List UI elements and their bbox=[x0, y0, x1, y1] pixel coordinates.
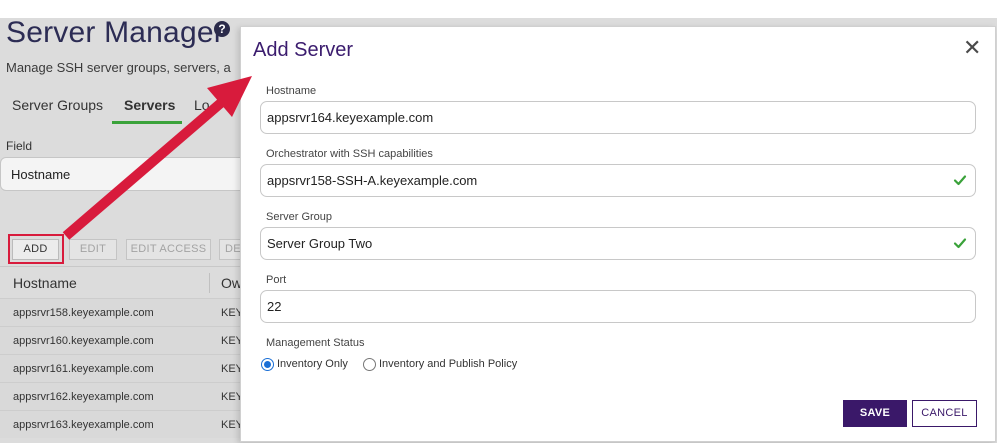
edit-button[interactable]: EDIT bbox=[69, 239, 117, 260]
edit-access-button[interactable]: EDIT ACCESS bbox=[126, 239, 211, 260]
hostname-input[interactable]: appsrvr164.keyexample.com bbox=[260, 101, 976, 134]
help-icon[interactable]: ? bbox=[214, 21, 230, 37]
server-group-value: Server Group Two bbox=[267, 236, 373, 251]
table-row[interactable]: appsrvr163.keyexample.com KEY bbox=[0, 410, 260, 438]
hostname-label: Hostname bbox=[266, 85, 317, 97]
port-input[interactable]: 22 bbox=[260, 290, 976, 323]
port-label: Port bbox=[266, 274, 287, 286]
orchestrator-select[interactable]: appsrvr158-SSH-A.keyexample.com bbox=[260, 164, 976, 197]
cell-hostname: appsrvr158.keyexample.com bbox=[13, 307, 154, 319]
server-group-select[interactable]: Server Group Two bbox=[260, 227, 976, 260]
check-icon bbox=[953, 238, 967, 249]
server-group-label: Server Group bbox=[266, 211, 333, 223]
tab-logs[interactable]: Lo bbox=[194, 90, 234, 124]
close-icon[interactable]: ✕ bbox=[963, 37, 981, 59]
table-row[interactable]: appsrvr162.keyexample.com KEY bbox=[0, 382, 260, 410]
table-row[interactable]: appsrvr160.keyexample.com KEY bbox=[0, 326, 260, 354]
radio-inventory-publish-label[interactable]: Inventory and Publish Policy bbox=[379, 358, 517, 371]
cell-hostname: appsrvr161.keyexample.com bbox=[13, 363, 154, 375]
column-separator bbox=[209, 273, 210, 293]
page-subtitle: Manage SSH server groups, servers, a bbox=[6, 60, 231, 75]
save-button[interactable]: SAVE bbox=[843, 400, 907, 427]
cell-hostname: appsrvr163.keyexample.com bbox=[13, 419, 154, 431]
page-title: Server Manager bbox=[6, 16, 224, 49]
tab-servers[interactable]: Servers bbox=[112, 90, 182, 124]
filter-field-label: Field bbox=[6, 139, 33, 153]
grid-header: Hostname Ow bbox=[0, 266, 260, 298]
table-row[interactable]: appsrvr158.keyexample.com KEY bbox=[0, 298, 260, 326]
cancel-button[interactable]: CANCEL bbox=[912, 400, 977, 427]
table-row[interactable]: appsrvr161.keyexample.com KEY bbox=[0, 354, 260, 382]
radio-inventory-only-label[interactable]: Inventory Only bbox=[277, 358, 348, 371]
cell-hostname: appsrvr160.keyexample.com bbox=[13, 335, 154, 347]
orchestrator-label: Orchestrator with SSH capabilities bbox=[266, 148, 433, 160]
tab-server-groups[interactable]: Server Groups bbox=[12, 90, 106, 124]
add-button-highlight bbox=[8, 234, 64, 264]
column-hostname[interactable]: Hostname bbox=[13, 275, 77, 291]
management-status-label: Management Status bbox=[266, 337, 365, 349]
check-icon bbox=[953, 175, 967, 186]
radio-inventory-publish[interactable] bbox=[363, 358, 376, 371]
orchestrator-value: appsrvr158-SSH-A.keyexample.com bbox=[267, 173, 478, 188]
dialog-title: Add Server bbox=[253, 39, 354, 61]
add-server-dialog: Add Server ✕ Hostname appsrvr164.keyexam… bbox=[240, 26, 996, 442]
cell-hostname: appsrvr162.keyexample.com bbox=[13, 391, 154, 403]
filter-field-select[interactable]: Hostname bbox=[0, 157, 260, 191]
column-owner[interactable]: Ow bbox=[221, 275, 242, 291]
radio-inventory-only[interactable] bbox=[261, 358, 274, 371]
